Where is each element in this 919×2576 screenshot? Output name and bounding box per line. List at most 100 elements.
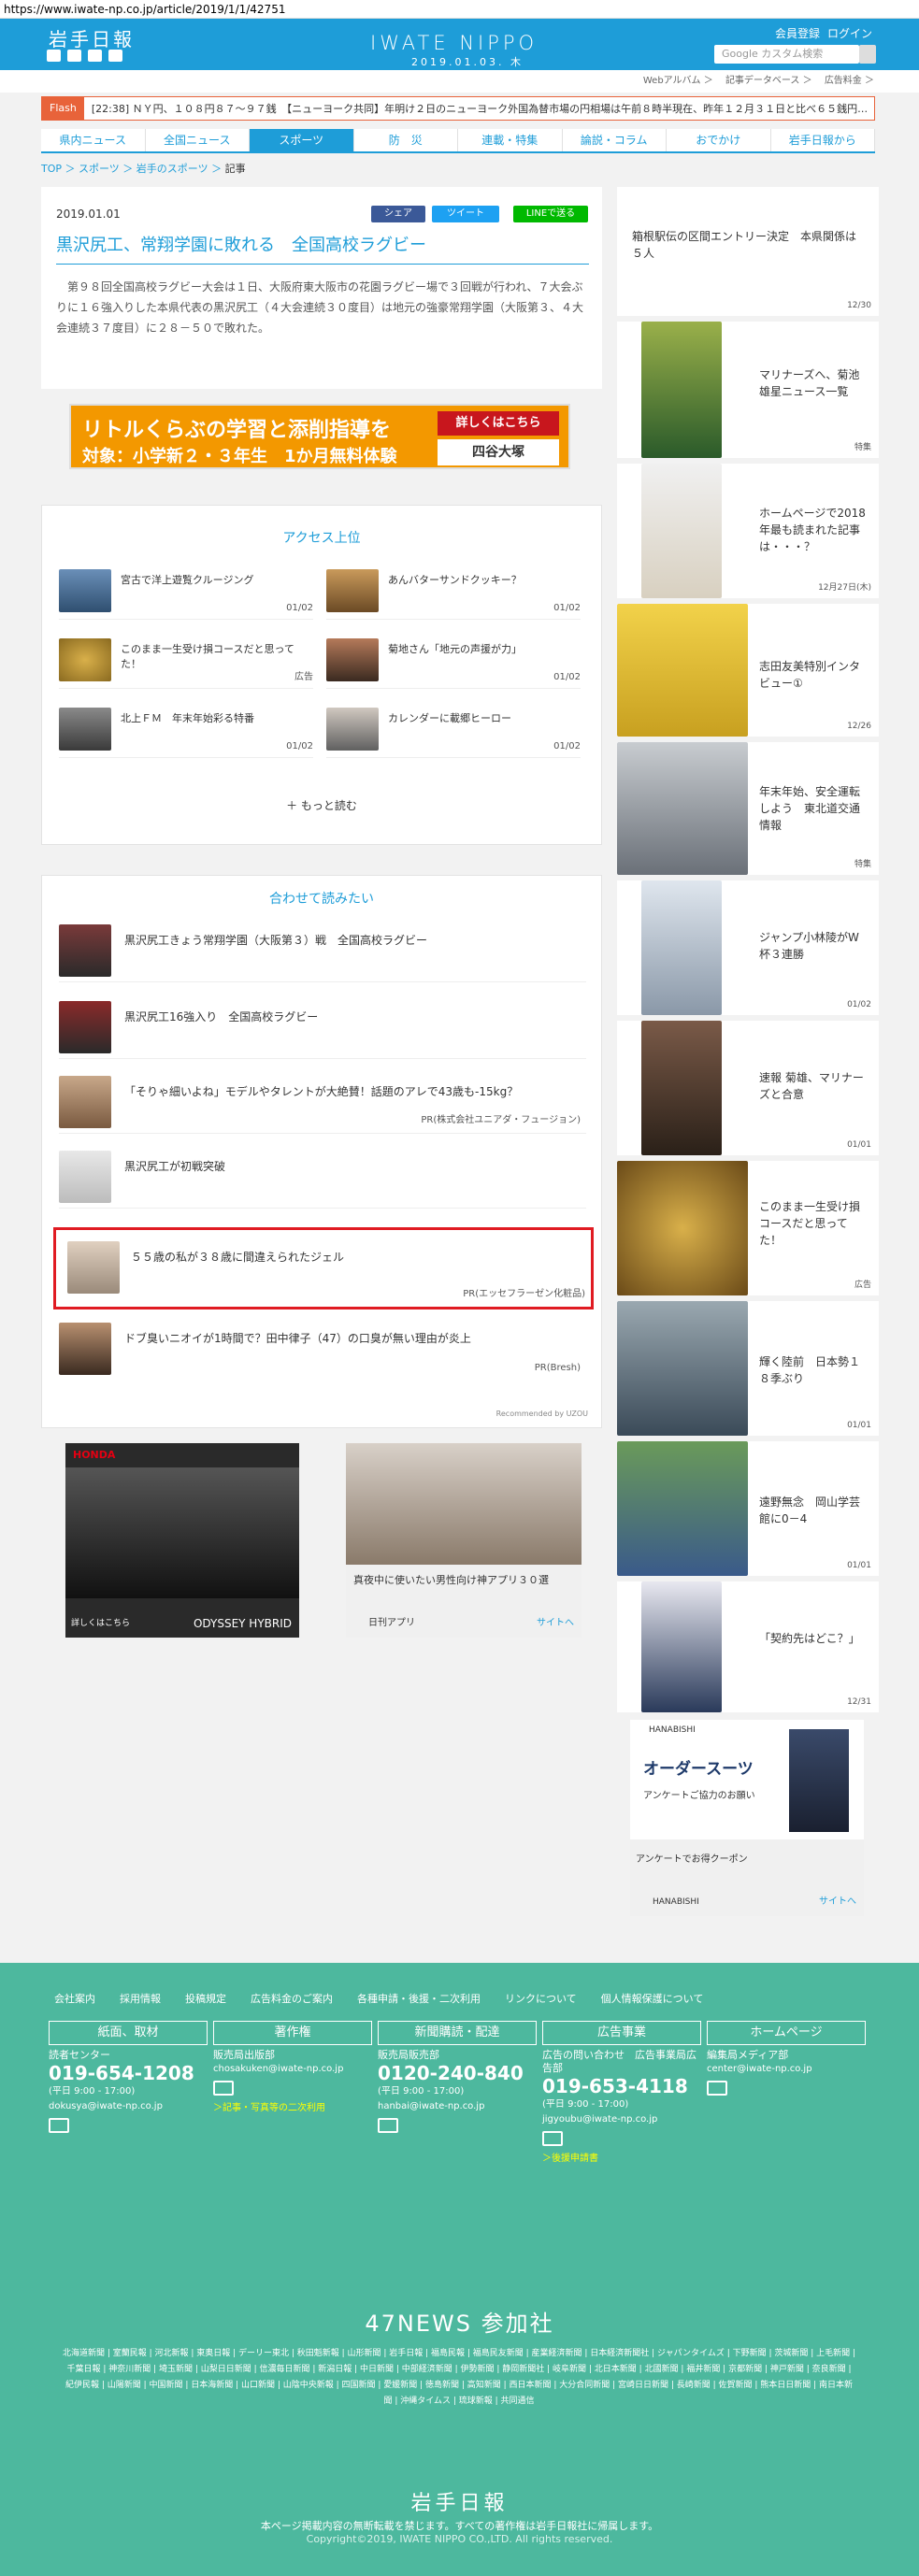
sidebar-item[interactable]: ホームページで2018年最も読まれた記事は・・・？ 12月27日(木) bbox=[617, 464, 879, 598]
ad-app-link[interactable]: サイトへ bbox=[537, 1614, 574, 1628]
ranking-item[interactable]: 宮古で洋上遊覧クルージング 01/02 bbox=[59, 564, 313, 620]
site-logo[interactable]: 岩手日報 bbox=[49, 24, 135, 51]
honda-detail-link[interactable]: 詳しくはこちら bbox=[71, 1616, 130, 1628]
ad-honda[interactable]: HONDA 詳しくはこちら ODYSSEY HYBRID bbox=[65, 1443, 299, 1638]
footer-link[interactable]: 各種申請・後援・二次利用 bbox=[357, 1991, 481, 2006]
footer-col-mail[interactable]: center@iwate-np.co.jp bbox=[707, 2062, 866, 2077]
ranking-item[interactable]: 北上ＦＭ 年末年始彩る特番 01/02 bbox=[59, 702, 313, 758]
nav-national[interactable]: 全国ニュース bbox=[145, 129, 250, 151]
nav-local[interactable]: 県内ニュース bbox=[41, 129, 146, 151]
twitter-icon[interactable] bbox=[47, 50, 61, 62]
related-item-highlighted[interactable]: ５５歳の私が３８歳に間違えられたジェル PR(エッセフラーゼン化粧品) bbox=[53, 1227, 594, 1309]
related-item[interactable]: ドブ臭いニオイが1時間で？田中律子（47）の口臭が無い理由が炎上 PR(Bres… bbox=[59, 1315, 586, 1381]
news47-title[interactable]: 47NEWS 参加社 bbox=[0, 2305, 919, 2338]
instagram-icon[interactable] bbox=[108, 50, 122, 62]
mail-icon[interactable] bbox=[542, 2131, 563, 2146]
ad-hanabishi[interactable]: HANABISHI オーダースーツ アンケートご協力のお願い アンケートでお得ク… bbox=[630, 1720, 864, 1916]
ad-rates-link[interactable]: 広告料金 ＞ bbox=[825, 76, 874, 86]
hanabishi-link[interactable]: サイトへ bbox=[819, 1893, 856, 1907]
ranking-item[interactable]: カレンダーに載郷ヒーロー 01/02 bbox=[326, 702, 581, 758]
related-item[interactable]: 黒沢尻工が初戦突破 bbox=[59, 1143, 586, 1209]
search-input[interactable]: Google カスタム検索 bbox=[714, 45, 859, 64]
flash-news[interactable]: Flash [22:38] ＮＹ円、１０８円８７～９７銭 【ニューヨーク共同】年… bbox=[41, 96, 875, 121]
sidebar-item[interactable]: マリナーズへ、菊池雄星ニュース一覧 特集 bbox=[617, 322, 879, 458]
tweet-button[interactable]: ツイート bbox=[432, 206, 499, 222]
line-share-button[interactable]: LINEで送る bbox=[513, 206, 588, 222]
nav-editorial[interactable]: 論説・コラム bbox=[562, 129, 667, 151]
mail-icon[interactable] bbox=[707, 2081, 727, 2096]
sidebar-item[interactable]: 年末年始、安全運転しよう 東北道交通情報 特集 bbox=[617, 742, 879, 875]
footer-col-hours: (平日 9:00 - 17:00) bbox=[49, 2086, 136, 2097]
footer-col-mail[interactable]: jigyoubu@iwate-np.co.jp bbox=[542, 2112, 701, 2127]
url-bar[interactable]: https://www.iwate-np.co.jp/article/2019/… bbox=[0, 0, 919, 19]
footer-col-heading[interactable]: ホームページ bbox=[707, 2021, 866, 2045]
flash-text[interactable]: [22:38] ＮＹ円、１０８円８７～９７銭 【ニューヨーク共同】年明け２日のニ… bbox=[84, 101, 868, 116]
footer-col-heading[interactable]: 著作権 bbox=[213, 2021, 372, 2045]
sidebar-item[interactable]: ジャンプ小林陵がW杯３連勝 01/02 bbox=[617, 880, 879, 1015]
sidebar-item-title: 年末年始、安全運転しよう 東北道交通情報 bbox=[759, 785, 861, 832]
footer-col-tel[interactable]: 019-653-4118 bbox=[542, 2075, 701, 2097]
ranking-item[interactable]: このまま一生受け損コースだと思ってた！ 広告 bbox=[59, 633, 313, 689]
sidebar-item-date: 01/02 bbox=[847, 1000, 871, 1009]
footer-col-heading[interactable]: 新聞購読・配達 bbox=[378, 2021, 537, 2045]
sidebar-item-title: 遠野無念 岡山学芸館に0－4 bbox=[759, 1496, 861, 1525]
sidebar-item[interactable]: 遠野無念 岡山学芸館に0－4 01/01 bbox=[617, 1441, 879, 1576]
register-link[interactable]: 会員登録 bbox=[775, 25, 820, 41]
footer-col-heading[interactable]: 紙面、取材 bbox=[49, 2021, 208, 2045]
footer-logo[interactable]: 岩手日報 bbox=[0, 2486, 919, 2516]
mail-icon[interactable] bbox=[49, 2118, 69, 2133]
ad-detail-button[interactable]: 詳しくはこちら bbox=[438, 411, 559, 436]
brand-name[interactable]: IWATE NIPPO bbox=[370, 32, 538, 54]
footer-col-heading[interactable]: 広告事業 bbox=[542, 2021, 701, 2045]
footer-link[interactable]: 個人情報保護について bbox=[601, 1991, 704, 2006]
nav-from-iwate[interactable]: 岩手日報から bbox=[770, 129, 875, 151]
sidebar-item-date: 01/01 bbox=[847, 1421, 871, 1430]
footer-col-extra-link[interactable]: ＞後援申請書 bbox=[542, 2150, 701, 2164]
crumb-iwate-sports[interactable]: 岩手のスポーツ bbox=[136, 163, 208, 175]
sidebar-item[interactable]: 箱根駅伝の区間エントリー決定 本県関係は５人 12/30 bbox=[617, 187, 879, 316]
facebook-share-button[interactable]: シェア bbox=[371, 206, 425, 222]
mail-icon[interactable] bbox=[378, 2118, 398, 2133]
sidebar-item[interactable]: 輝く陸前 日本勢１８季ぶり 01/01 bbox=[617, 1301, 879, 1436]
ranking-item[interactable]: 菊地さん「地元の声援が力」 01/02 bbox=[326, 633, 581, 689]
facebook-icon[interactable] bbox=[67, 50, 81, 62]
footer-link[interactable]: 投稿規定 bbox=[185, 1991, 226, 2006]
ad-banner-yotsuya[interactable]: リトルくらぶの学習と添削指導を 対象：小学新２・３年生 1か月無料体験 詳しくは… bbox=[69, 404, 570, 469]
youtube-icon[interactable] bbox=[88, 50, 102, 62]
article-db-link[interactable]: 記事データベース ＞ bbox=[725, 76, 812, 86]
related-item[interactable]: 黒沢尻工16強入り 全国高校ラグビー bbox=[59, 994, 586, 1059]
login-link[interactable]: ログイン bbox=[827, 25, 872, 41]
crumb-top[interactable]: TOP bbox=[41, 163, 62, 175]
footer-link[interactable]: リンクについて bbox=[505, 1991, 577, 2006]
sidebar-item[interactable]: 「契約先はどこ？」 12/31 bbox=[617, 1581, 879, 1712]
related-item[interactable]: 黒沢尻工きょう常翔学園（大阪第３）戦 全国高校ラグビー bbox=[59, 917, 586, 982]
footer-link[interactable]: 会社案内 bbox=[54, 1991, 95, 2006]
footer-col-mail[interactable]: hanbai@iwate-np.co.jp bbox=[378, 2099, 537, 2114]
more-link[interactable]: ＋ もっと読む bbox=[42, 797, 601, 813]
news47-list[interactable]: 北海道新聞 | 室蘭民報 | 河北新報 | 東奥日報 | デーリー東北 | 秋田… bbox=[62, 2346, 856, 2410]
sidebar-item[interactable]: 速報 菊雄、マリナーズと合意 01/01 bbox=[617, 1021, 879, 1155]
article-body: 第９８回全国高校ラグビー大会は１日、大阪府東大阪市の花園ラグビー場で３回戦が行わ… bbox=[56, 280, 584, 335]
crumb-sports[interactable]: スポーツ bbox=[79, 163, 120, 175]
nav-sports[interactable]: スポーツ bbox=[250, 129, 354, 151]
footer-col-mail[interactable]: chosakuken@iwate-np.co.jp bbox=[213, 2062, 372, 2077]
footer-col-tel[interactable]: 019-654-1208 bbox=[49, 2062, 208, 2084]
nav-disaster[interactable]: 防 災 bbox=[353, 129, 458, 151]
search-icon[interactable] bbox=[859, 45, 876, 64]
ranking-item-title: あんバターサンドクッキー？ bbox=[388, 574, 522, 586]
nav-outing[interactable]: おでかけ bbox=[667, 129, 771, 151]
nav-features[interactable]: 連載・特集 bbox=[458, 129, 563, 151]
web-album-link[interactable]: Webアルバム ＞ bbox=[643, 76, 713, 86]
article: 2019.01.01 シェア ツイート LINEで送る 黒沢尻工、常翔学園に敗れ… bbox=[41, 187, 602, 389]
footer-col-tel[interactable]: 0120-240-840 bbox=[378, 2062, 537, 2084]
footer-link[interactable]: 採用情報 bbox=[120, 1991, 161, 2006]
sidebar-item[interactable]: 志田友美特別インタビュー① 12/26 bbox=[617, 604, 879, 737]
sidebar-item[interactable]: このまま一生受け損コースだと思ってた！ 広告 bbox=[617, 1161, 879, 1295]
ad-app[interactable]: 真夜中に使いたい男性向け神アプリ３０選 日刊アプリ サイトへ bbox=[346, 1443, 582, 1638]
footer-link[interactable]: 広告料金のご案内 bbox=[251, 1991, 333, 2006]
ranking-item[interactable]: あんバターサンドクッキー？ 01/02 bbox=[326, 564, 581, 620]
footer-col-extra-link[interactable]: ＞記事・写真等の二次利用 bbox=[213, 2099, 372, 2113]
related-item[interactable]: 「そりゃ細いよね」モデルやタレントが大絶賛！話題のアレで43歳も-15kg？ P… bbox=[59, 1068, 586, 1134]
mail-icon[interactable] bbox=[213, 2081, 234, 2096]
footer-col-mail[interactable]: dokusya@iwate-np.co.jp bbox=[49, 2099, 208, 2114]
